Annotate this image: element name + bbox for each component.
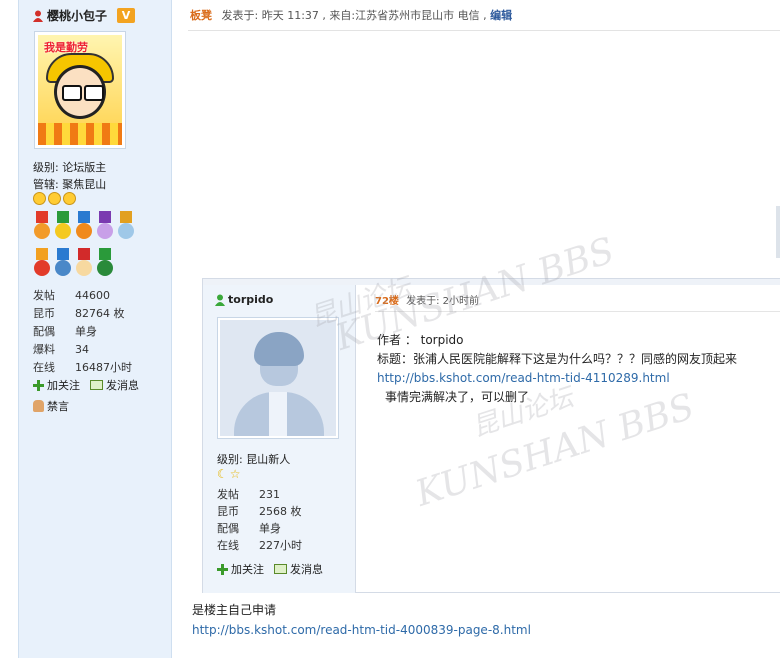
quoted-username-text[interactable]: torpido xyxy=(228,293,273,306)
poster-sidebar: 樱桃小包子 V 我是勤劳 小蜜蜂 级别: 论坛版主 管辖: 聚焦昆山 发帖446… xyxy=(18,0,172,658)
mail-icon xyxy=(90,380,103,390)
poster-username[interactable]: 樱桃小包子 V xyxy=(33,7,136,24)
divider xyxy=(375,311,780,312)
user-icon xyxy=(33,10,43,22)
stat-row: 昆币 2568 枚 xyxy=(217,505,302,518)
quoted-post: torpido 级别: 昆山新人 ☾ ☆ 发帖 231 昆币 2568 枚 配偶 单身… xyxy=(202,278,780,593)
author-line: 作者 ： torpido xyxy=(377,333,464,347)
smiley-icon xyxy=(63,192,76,205)
plus-icon xyxy=(217,563,228,575)
bee-cartoon-image: 我是勤劳 小蜜蜂 xyxy=(38,35,122,145)
quoted-actions: 加关注 发消息 xyxy=(217,561,323,577)
quoted-body: 作者 ： torpido 标题：张浦人民医院能解释下这是为什么吗？？？同感的网友… xyxy=(377,331,737,407)
medal-icon xyxy=(75,211,93,241)
quoted-username[interactable]: torpido xyxy=(215,293,273,306)
poster-actions: 加关注 发消息 xyxy=(33,377,139,393)
plus-icon xyxy=(33,379,44,391)
poster-username-text[interactable]: 樱桃小包子 xyxy=(47,7,107,24)
stat-row: 在线 227小时 xyxy=(217,539,302,552)
medal-icon xyxy=(33,248,51,278)
medal-row-2 xyxy=(33,248,114,278)
quoted-floor-label: 72楼 xyxy=(375,296,399,307)
emotion-icons xyxy=(33,192,76,205)
reply-text: 是楼主自己申请 xyxy=(192,603,277,617)
smiley-icon xyxy=(48,192,61,205)
floor-label: 板凳 xyxy=(190,9,212,22)
medal-icon xyxy=(54,211,72,241)
post-header: 板凳 发表于: 昨天 11:37 , 来自:江苏省苏州市昆山市 电信 , 编辑 xyxy=(190,7,512,23)
quoted-author-sidebar: torpido 级别: 昆山新人 ☾ ☆ 发帖 231 昆币 2568 枚 配偶 单身… xyxy=(203,285,356,593)
stat-row: 发帖 231 xyxy=(217,488,280,501)
user-icon xyxy=(215,294,225,306)
stat-row: 昆币 82764 枚 xyxy=(33,307,125,320)
quoted-level: 级别: 昆山新人 xyxy=(217,453,291,466)
star-icon: ☆ xyxy=(229,467,241,481)
level-icons: ☾ ☆ xyxy=(217,467,241,481)
scroll-edge xyxy=(776,206,780,258)
medal-row-1 xyxy=(33,211,135,241)
title-line: 标题：张浦人民医院能解释下这是为什么吗？？？同感的网友顶起来 xyxy=(377,352,738,366)
smiley-icon xyxy=(33,192,46,205)
stat-row: 爆料 34 xyxy=(33,343,89,356)
medal-icon xyxy=(54,248,72,278)
stat-row: 配偶 单身 xyxy=(33,325,97,338)
quoted-body-text: 事情完满解决了，可以删了 xyxy=(385,390,530,404)
stat-row: 发帖 44600 xyxy=(33,289,110,302)
stat-row: 在线 16487小时 xyxy=(33,361,132,374)
follow-button[interactable]: 加关注 xyxy=(217,561,264,577)
verified-badge: V xyxy=(117,8,136,23)
follow-button[interactable]: 加关注 xyxy=(33,377,80,393)
quoted-avatar[interactable] xyxy=(217,317,339,439)
moon-icon: ☾ xyxy=(217,467,228,481)
reply-link[interactable]: http://bbs.kshot.com/read-htm-tid-400083… xyxy=(192,620,531,640)
post-meta: 发表于: 昨天 11:37 , 来自:江苏省苏州市昆山市 电信 , xyxy=(221,9,487,22)
default-avatar-image xyxy=(220,320,336,436)
medal-icon xyxy=(117,211,135,241)
poster-manage: 管辖: 聚焦昆山 xyxy=(33,178,107,191)
ban-button[interactable]: 禁言 xyxy=(33,398,69,414)
divider xyxy=(188,30,780,31)
edit-link[interactable]: 编辑 xyxy=(490,9,512,22)
medal-icon xyxy=(96,211,114,241)
medal-icon xyxy=(75,248,93,278)
hand-icon xyxy=(33,400,44,412)
poster-stats: 发帖 44600 昆币 82764 枚 配偶 单身 爆料 34 在线 16487小时 xyxy=(33,287,132,377)
quoted-stats: 发帖 231 昆币 2568 枚 配偶 单身 在线 227小时 xyxy=(217,486,302,554)
poster-level: 级别: 论坛版主 xyxy=(33,161,107,174)
mail-icon xyxy=(274,564,287,574)
poster-ban-row: 禁言 xyxy=(33,398,69,414)
medal-icon xyxy=(33,211,51,241)
message-button[interactable]: 发消息 xyxy=(274,561,323,577)
stat-row: 配偶 单身 xyxy=(217,522,281,535)
message-button[interactable]: 发消息 xyxy=(90,377,139,393)
reply-content: 是楼主自己申请 http://bbs.kshot.com/read-htm-ti… xyxy=(192,600,531,640)
quoted-post-header: 72楼 发表于: 2小时前 xyxy=(375,292,479,307)
poster-avatar[interactable]: 我是勤劳 小蜜蜂 xyxy=(34,31,126,149)
quoted-meta: 发表于: 2小时前 xyxy=(406,296,480,307)
medal-icon xyxy=(96,248,114,278)
quoted-link[interactable]: http://bbs.kshot.com/read-htm-tid-411028… xyxy=(377,369,737,388)
